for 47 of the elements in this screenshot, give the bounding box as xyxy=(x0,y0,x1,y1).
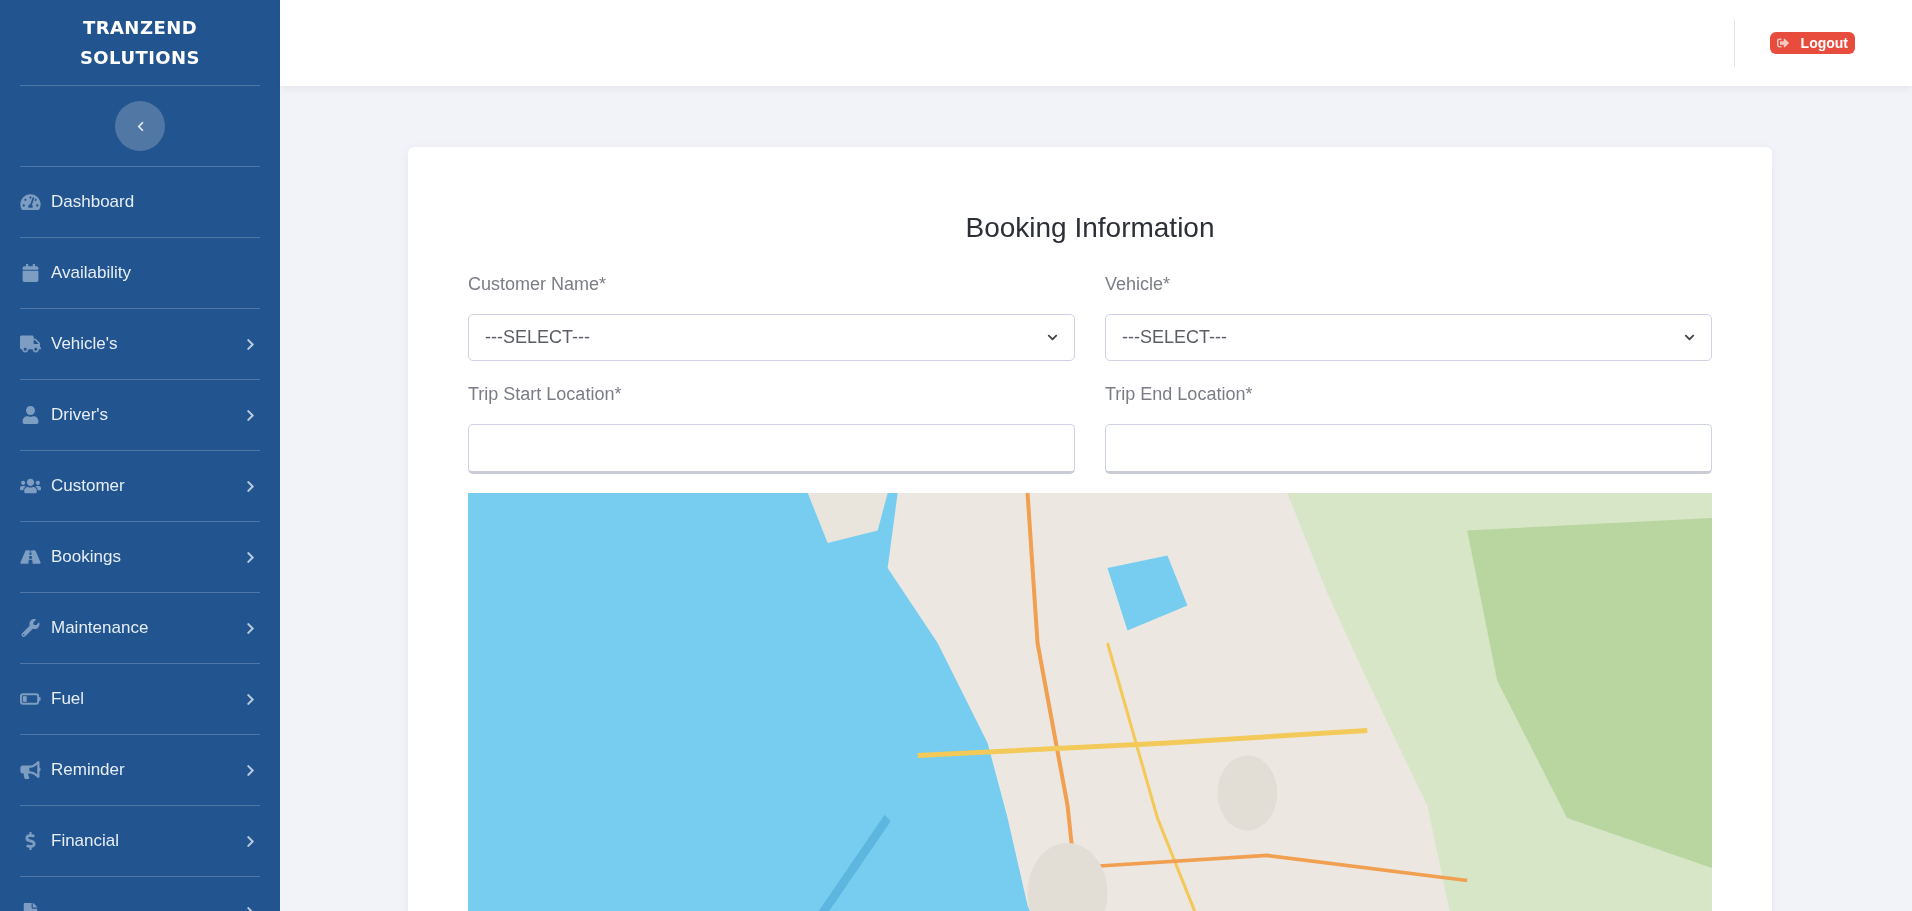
sidebar-label: Driver's xyxy=(51,404,109,427)
sidebar-item[interactable]: Maintenance xyxy=(20,593,260,664)
sidebar-item[interactable]: Availability xyxy=(20,238,260,309)
sidebar-item[interactable]: Customer xyxy=(20,451,260,522)
user-icon xyxy=(20,406,41,424)
field-label: Trip Start Location* xyxy=(468,383,623,406)
field-label: Trip End Location* xyxy=(1105,383,1254,406)
sidebar-item[interactable]: Bookings xyxy=(20,522,260,593)
form-title: Booking Information xyxy=(964,211,1216,245)
wrench-icon xyxy=(20,619,41,637)
sidebar-label: Customer xyxy=(51,475,125,498)
sidebar-label: Maintenance xyxy=(51,617,149,640)
sidebar-item[interactable]: Driver's xyxy=(20,380,260,451)
logout-icon xyxy=(1776,37,1789,49)
sidebar-label: Dashboard xyxy=(51,191,135,214)
megaphone-icon xyxy=(20,761,41,779)
sidebar-label: Financial xyxy=(51,830,120,853)
collapse-button[interactable] xyxy=(115,101,165,151)
sidebar-label: Availability xyxy=(51,262,131,285)
sidebar-item[interactable]: Fuel xyxy=(20,664,260,735)
battery-icon xyxy=(20,690,41,708)
truck-icon xyxy=(20,335,41,353)
sidebar-item[interactable]: Reminder xyxy=(20,735,260,806)
sidebar-item[interactable]: Financial xyxy=(20,806,260,877)
sidebar-label: Bookings xyxy=(51,546,121,569)
calendar-icon xyxy=(20,264,41,282)
select-field[interactable]: ---SELECT--- xyxy=(468,314,1075,361)
select-value: ---SELECT--- xyxy=(1122,326,1227,349)
users-icon xyxy=(20,477,41,495)
gauge-icon xyxy=(20,193,41,211)
input-field[interactable] xyxy=(1105,424,1712,474)
road-icon xyxy=(20,548,41,566)
field-label: Vehicle* xyxy=(1105,273,1172,296)
sidebar-item[interactable]: Dashboard xyxy=(20,167,260,238)
caret-icon xyxy=(1684,332,1695,343)
logout-button[interactable]: Logout xyxy=(1769,32,1855,54)
field-label: Customer Name* xyxy=(468,273,608,296)
sidebar-label: Vehicle's xyxy=(51,333,118,356)
sidebar-label: Reminder xyxy=(51,759,125,782)
sidebar-label: Fuel xyxy=(51,688,85,711)
caret-icon xyxy=(1047,332,1058,343)
input-field[interactable] xyxy=(468,424,1075,474)
brand-name: SOLUTIONS xyxy=(79,45,201,70)
brand-name: TRANZEND xyxy=(82,15,198,40)
select-field[interactable]: ---SELECT--- xyxy=(1105,314,1712,361)
select-value: ---SELECT--- xyxy=(485,326,590,349)
sidebar-item[interactable]: Vehicle's xyxy=(20,309,260,380)
